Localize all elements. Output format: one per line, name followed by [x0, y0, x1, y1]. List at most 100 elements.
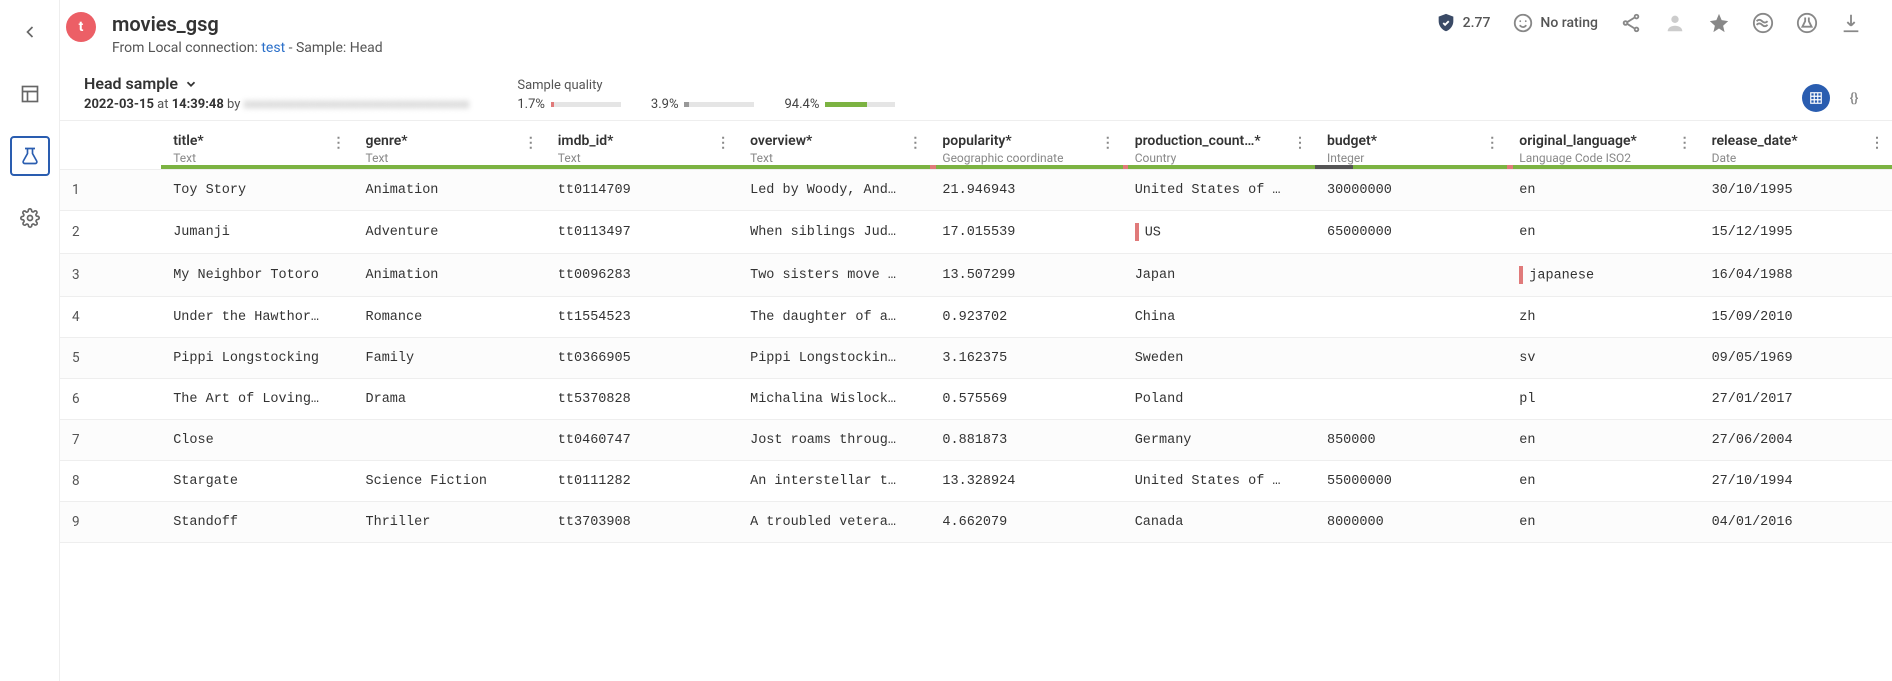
cell[interactable]: United States of … [1123, 170, 1315, 211]
cell[interactable]: The daughter of a… [738, 297, 930, 338]
table-row[interactable]: 7Closett0460747Jost roams throug…0.88187… [60, 420, 1892, 461]
cell[interactable] [1315, 297, 1507, 338]
column-header[interactable]: popularity* Geographic coordinate ⋮ [930, 121, 1122, 170]
table-row[interactable]: 8StargateScience Fictiontt0111282An inte… [60, 461, 1892, 502]
cell[interactable]: Romance [354, 297, 546, 338]
cell[interactable] [1315, 254, 1507, 297]
cell[interactable]: Poland [1123, 379, 1315, 420]
cell[interactable]: 8000000 [1315, 502, 1507, 543]
cell[interactable]: tt0113497 [546, 211, 738, 254]
back-button[interactable] [10, 12, 50, 52]
cell[interactable]: Adventure [354, 211, 546, 254]
table-row[interactable]: 9StandoffThrillertt3703908A troubled vet… [60, 502, 1892, 543]
cell[interactable]: 17.015539 [930, 211, 1122, 254]
column-menu-icon[interactable]: ⋮ [1101, 135, 1115, 151]
cell[interactable]: 13.507299 [930, 254, 1122, 297]
cell[interactable]: Animation [354, 170, 546, 211]
cell[interactable]: Close [161, 420, 353, 461]
cell[interactable]: en [1507, 420, 1699, 461]
cell[interactable]: tt0114709 [546, 170, 738, 211]
cell[interactable]: 30/10/1995 [1700, 170, 1892, 211]
cell[interactable]: tt0111282 [546, 461, 738, 502]
cell[interactable]: Animation [354, 254, 546, 297]
cell[interactable]: 04/01/2016 [1700, 502, 1892, 543]
cell[interactable]: Germany [1123, 420, 1315, 461]
waves-icon[interactable] [1752, 12, 1774, 34]
cell[interactable]: 0.881873 [930, 420, 1122, 461]
column-header[interactable]: budget* Integer ⋮ [1315, 121, 1507, 170]
cell[interactable]: pl [1507, 379, 1699, 420]
cell[interactable]: Michalina Wislock… [738, 379, 930, 420]
table-row[interactable]: 6The Art of Loving…Dramatt5370828Michali… [60, 379, 1892, 420]
column-menu-icon[interactable]: ⋮ [716, 135, 730, 151]
cell[interactable]: 850000 [1315, 420, 1507, 461]
cell[interactable]: Toy Story [161, 170, 353, 211]
rating-metric[interactable]: No rating [1512, 12, 1598, 34]
cell[interactable]: Drama [354, 379, 546, 420]
cell[interactable]: Stargate [161, 461, 353, 502]
cell[interactable]: en [1507, 170, 1699, 211]
json-view-toggle[interactable]: {} [1840, 84, 1868, 112]
shield-metric[interactable]: 2.77 [1435, 12, 1491, 34]
cell[interactable]: 55000000 [1315, 461, 1507, 502]
column-header[interactable]: imdb_id* Text ⋮ [546, 121, 738, 170]
cell[interactable]: tt0096283 [546, 254, 738, 297]
table-row[interactable]: 3My Neighbor TotoroAnimationtt0096283Two… [60, 254, 1892, 297]
cell[interactable]: Two sisters move … [738, 254, 930, 297]
cell[interactable]: zh [1507, 297, 1699, 338]
column-menu-icon[interactable]: ⋮ [1485, 135, 1499, 151]
share-icon[interactable] [1620, 12, 1642, 34]
cell[interactable]: en [1507, 211, 1699, 254]
cell[interactable]: Canada [1123, 502, 1315, 543]
table-row[interactable]: 4Under the Hawthor…Romancett1554523The d… [60, 297, 1892, 338]
cell[interactable]: 30000000 [1315, 170, 1507, 211]
cell[interactable]: tt5370828 [546, 379, 738, 420]
column-menu-icon[interactable]: ⋮ [524, 135, 538, 151]
cell[interactable]: tt3703908 [546, 502, 738, 543]
table-row[interactable]: 5Pippi LongstockingFamilytt0366905Pippi … [60, 338, 1892, 379]
cell[interactable]: 0.575569 [930, 379, 1122, 420]
cell[interactable]: When siblings Jud… [738, 211, 930, 254]
sample-dropdown[interactable]: Head sample [84, 74, 469, 93]
cell[interactable]: tt0460747 [546, 420, 738, 461]
column-menu-icon[interactable]: ⋮ [1870, 135, 1884, 151]
cell[interactable]: Thriller [354, 502, 546, 543]
cell[interactable]: 27/01/2017 [1700, 379, 1892, 420]
cell[interactable]: en [1507, 461, 1699, 502]
cell[interactable]: US [1123, 211, 1315, 254]
column-header[interactable]: production_count…* Country ⋮ [1123, 121, 1315, 170]
download-icon[interactable] [1840, 12, 1862, 34]
column-header[interactable]: release_date* Date ⋮ [1700, 121, 1892, 170]
cell[interactable]: United States of … [1123, 461, 1315, 502]
cell[interactable]: Sweden [1123, 338, 1315, 379]
cell[interactable]: sv [1507, 338, 1699, 379]
cell[interactable]: en [1507, 502, 1699, 543]
settings-icon[interactable] [10, 198, 50, 238]
cell[interactable]: Japan [1123, 254, 1315, 297]
cell[interactable]: Pippi Longstockin… [738, 338, 930, 379]
user-icon[interactable] [1664, 12, 1686, 34]
cell[interactable]: A troubled vetera… [738, 502, 930, 543]
flask-icon[interactable] [1796, 12, 1818, 34]
star-icon[interactable] [1708, 12, 1730, 34]
cell[interactable]: tt1554523 [546, 297, 738, 338]
cell[interactable]: Jumanji [161, 211, 353, 254]
column-menu-icon[interactable]: ⋮ [908, 135, 922, 151]
cell[interactable]: My Neighbor Totoro [161, 254, 353, 297]
cell[interactable]: Under the Hawthor… [161, 297, 353, 338]
column-menu-icon[interactable]: ⋮ [332, 135, 346, 151]
column-header[interactable]: original_language* Language Code ISO2 ⋮ [1507, 121, 1699, 170]
cell[interactable]: The Art of Loving… [161, 379, 353, 420]
grid-view-toggle[interactable] [1802, 84, 1830, 112]
cell[interactable] [1315, 338, 1507, 379]
cell[interactable]: Standoff [161, 502, 353, 543]
cell[interactable]: tt0366905 [546, 338, 738, 379]
table-row[interactable]: 2JumanjiAdventurett0113497When siblings … [60, 211, 1892, 254]
dashboard-icon[interactable] [10, 74, 50, 114]
connection-link[interactable]: test [261, 40, 285, 56]
cell[interactable]: 13.328924 [930, 461, 1122, 502]
cell[interactable]: 27/06/2004 [1700, 420, 1892, 461]
column-header[interactable]: title* Text ⋮ [161, 121, 353, 170]
cell[interactable]: 16/04/1988 [1700, 254, 1892, 297]
cell[interactable]: 4.662079 [930, 502, 1122, 543]
